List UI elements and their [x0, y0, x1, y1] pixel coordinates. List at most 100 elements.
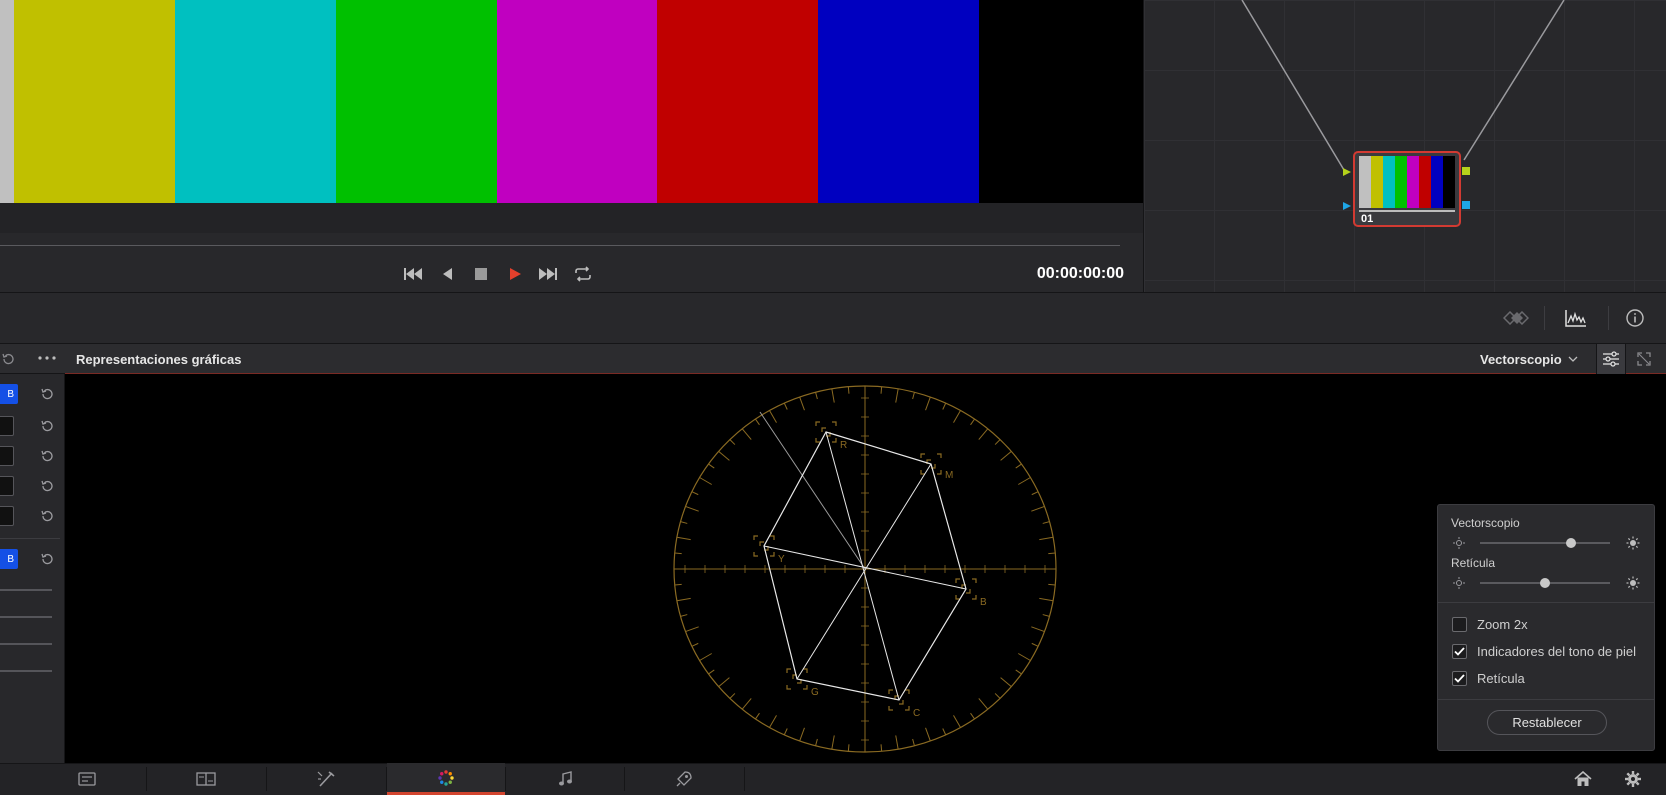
graticule-tick [815, 392, 818, 400]
graticule-tick [799, 396, 805, 411]
graticule-tick [680, 614, 688, 617]
reset-icon[interactable] [38, 507, 56, 525]
deliver-page-icon[interactable] [625, 763, 743, 795]
graticule-tick [676, 536, 691, 541]
target-c: C [888, 689, 920, 719]
skip-to-end-icon[interactable] [537, 263, 559, 285]
graticule-tick [1015, 669, 1022, 675]
graticule-tick [895, 388, 899, 403]
step-back-icon[interactable] [436, 263, 458, 285]
target-b: B [955, 578, 987, 608]
target-label: R [840, 440, 847, 451]
value-field[interactable] [0, 416, 14, 436]
info-icon[interactable] [1621, 304, 1649, 332]
graticule-brightness-knob[interactable] [1540, 578, 1550, 588]
graticule-tick [685, 626, 699, 633]
color-bar [657, 0, 819, 203]
node-output-rgb[interactable] [1462, 167, 1470, 175]
thumbnail-bar [1431, 156, 1443, 208]
slider-track[interactable] [0, 616, 52, 618]
color-page-icon[interactable] [387, 763, 505, 795]
graticule-tick [1031, 491, 1039, 496]
keyframes-icon[interactable] [1502, 304, 1530, 332]
target-label: M [945, 470, 953, 481]
node-input-alpha[interactable] [1342, 201, 1352, 211]
graticule-tick [783, 728, 788, 736]
zoom-2x-label: Zoom 2x [1477, 617, 1528, 632]
target-label: C [913, 708, 920, 719]
color-dot [444, 781, 448, 786]
play-icon[interactable] [504, 263, 526, 285]
node-editor[interactable] [1143, 0, 1666, 292]
settings-gear-icon[interactable] [1622, 769, 1644, 789]
brightness-high-icon [1626, 536, 1640, 550]
graticule-tick [699, 653, 712, 661]
value-field[interactable] [0, 476, 14, 496]
value-field[interactable] [0, 506, 14, 526]
reset-icon[interactable] [38, 477, 56, 495]
zoom-2x-checkbox[interactable] [1452, 617, 1467, 632]
graticule-tick [1042, 521, 1050, 524]
reset-button[interactable]: Restablecer [1487, 710, 1607, 735]
fairlight-page-icon[interactable] [506, 763, 624, 795]
channel-chip-b[interactable]: B [0, 384, 18, 404]
loop-icon[interactable] [572, 263, 594, 285]
more-options-icon[interactable] [36, 350, 58, 366]
target-g: G [786, 668, 819, 698]
slider-track[interactable] [0, 643, 52, 645]
history-icon[interactable] [0, 351, 16, 367]
reset-icon[interactable] [38, 385, 56, 403]
graticule-tick [769, 410, 777, 423]
graticule-tick [676, 597, 691, 602]
graticule-tick [680, 521, 688, 524]
graticule-tick [1018, 653, 1031, 661]
node-input-rgb[interactable] [1342, 167, 1352, 177]
channel-chip-b[interactable]: B [0, 549, 18, 569]
graticule-tick [1031, 642, 1039, 647]
graticule-tick [1031, 505, 1045, 512]
graticule-tick [718, 450, 730, 461]
skip-to-start-icon[interactable] [402, 263, 424, 285]
graticule-tick [691, 491, 699, 496]
reset-icon[interactable] [38, 417, 56, 435]
color-bar [174, 0, 336, 203]
scopes-icon[interactable] [1562, 304, 1590, 332]
graticule-tick [799, 727, 805, 742]
slider-track[interactable] [0, 589, 52, 591]
graticule-tick [769, 715, 777, 728]
color-node-01[interactable]: 01 [1353, 151, 1461, 227]
edit-page-icon[interactable] [267, 763, 385, 795]
node-output-alpha[interactable] [1462, 201, 1470, 209]
graticule-tick [978, 428, 989, 440]
home-icon[interactable] [1572, 769, 1594, 789]
reset-icon[interactable] [38, 447, 56, 465]
stop-icon[interactable] [470, 263, 492, 285]
scope-mode-select[interactable]: Vectorscopio [1480, 349, 1578, 369]
vectorscope-brightness-knob[interactable] [1566, 538, 1576, 548]
vectorscope-brightness-slider[interactable] [1480, 542, 1610, 544]
reset-icon[interactable] [38, 550, 56, 568]
graticule-checkbox[interactable] [1452, 671, 1467, 686]
value-field[interactable] [0, 446, 14, 466]
skin-tone-checkbox[interactable] [1452, 644, 1467, 659]
graticule-tick [741, 428, 752, 440]
graticule-tick [674, 583, 682, 586]
graticule-tick [1031, 626, 1045, 633]
expand-icon[interactable] [1634, 349, 1654, 369]
graticule-tick [1000, 677, 1012, 688]
graticule-tick [847, 386, 850, 394]
panel-divider [0, 538, 60, 539]
target-label: Y [778, 554, 785, 565]
color-dot [444, 769, 448, 774]
timeline-scrubber[interactable] [0, 245, 1120, 246]
scope-settings-button[interactable] [1596, 344, 1626, 374]
graticule-tick [831, 388, 835, 403]
graticule-tick [755, 418, 760, 426]
graticule-tick [783, 402, 788, 410]
graticule-tick [708, 669, 715, 675]
signal-trace [825, 431, 900, 701]
toolbar-separator [1608, 306, 1609, 330]
media-page-icon[interactable] [28, 763, 146, 795]
slider-track[interactable] [0, 670, 52, 672]
cut-page-icon[interactable] [147, 763, 265, 795]
